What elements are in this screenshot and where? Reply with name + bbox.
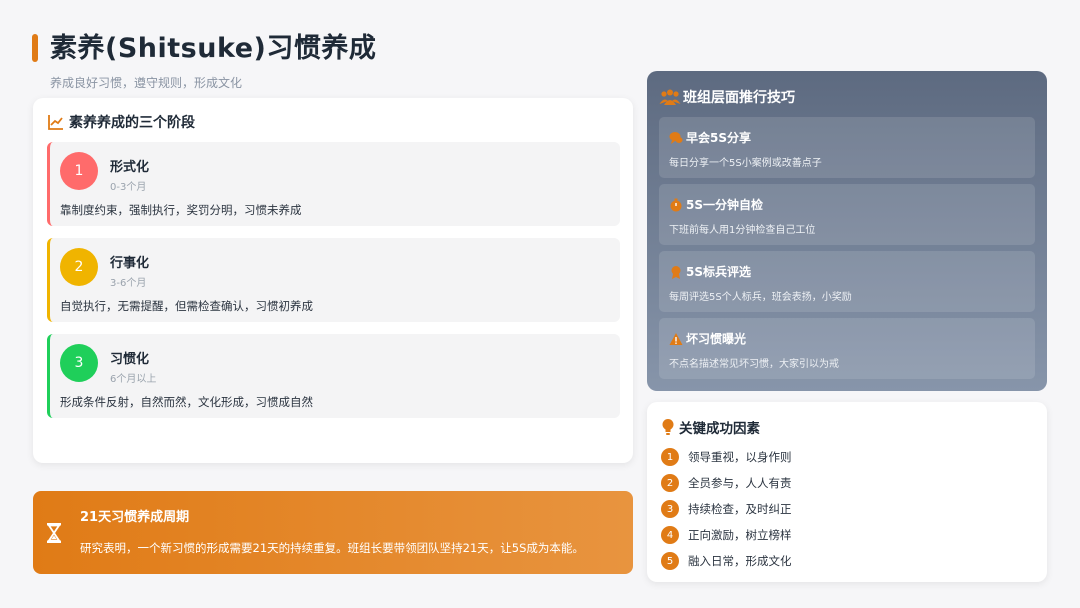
factor-text: 领导重视，以身作则	[688, 450, 792, 464]
stage-description: 靠制度约束，强制执行，奖罚分明，习惯未养成	[60, 203, 302, 217]
factor-number-badge: 4	[661, 526, 679, 544]
page-title: 素养(Shitsuke)习惯养成	[50, 33, 377, 64]
trend-chart-icon	[47, 113, 65, 131]
stopwatch-icon	[669, 198, 683, 212]
key-factors-card: 关键成功因素 1 领导重视，以身作则 2 全员参与，人人有责 3 持续检查，及时…	[647, 402, 1047, 582]
tip-name: 5S一分钟自检	[686, 198, 763, 212]
lightbulb-icon	[661, 418, 675, 436]
factor-text: 正向激励，树立榜样	[688, 528, 792, 542]
tip-item-4: 坏习惯曝光 不点名描述常见坏习惯，大家引以为戒	[659, 318, 1035, 379]
stages-heading-text: 素养养成的三个阶段	[69, 115, 195, 131]
stage-period: 6个月以上	[110, 374, 157, 385]
factor-item-4: 4 正向激励，树立榜样	[661, 526, 792, 544]
tip-item-2: 5S一分钟自检 下班前每人用1分钟检查自己工位	[659, 184, 1035, 245]
factors-heading-text: 关键成功因素	[679, 421, 760, 437]
habit-cycle-banner: 21天习惯养成周期 研究表明，一个新习惯的形成需要21天的持续重复。班组长要带领…	[33, 491, 633, 574]
stages-card: 素养养成的三个阶段 1 形式化 0-3个月 靠制度约束，强制执行，奖罚分明，习惯…	[33, 98, 633, 463]
tip-item-1: 早会5S分享 每日分享一个5S小案例或改善点子	[659, 117, 1035, 178]
factor-text: 融入日常，形成文化	[688, 554, 792, 568]
stages-card-heading: 素养养成的三个阶段	[47, 112, 195, 132]
factor-text: 全员参与，人人有责	[688, 476, 792, 490]
team-tips-card: 班组层面推行技巧 早会5S分享 每日分享一个5S小案例或改善点子 5S一分钟自检…	[647, 71, 1047, 391]
factor-item-2: 2 全员参与，人人有责	[661, 474, 792, 492]
tip-name: 5S标兵评选	[686, 265, 751, 279]
tip-description: 每周评选5S个人标兵，班会表扬，小奖励	[669, 292, 852, 303]
tip-name: 坏习惯曝光	[686, 332, 747, 346]
cycle-title: 21天习惯养成周期	[80, 510, 190, 525]
stage-number-badge: 3	[60, 344, 98, 382]
factor-number-badge: 3	[661, 500, 679, 518]
medal-icon	[669, 265, 683, 279]
stage-number-badge: 1	[60, 152, 98, 190]
stage-description: 自觉执行，无需提醒，但需检查确认，习惯初养成	[60, 299, 313, 313]
stage-name: 习惯化	[110, 352, 150, 367]
stage-period: 3-6个月	[110, 278, 147, 289]
stage-item-1: 1 形式化 0-3个月 靠制度约束，强制执行，奖罚分明，习惯未养成	[47, 142, 620, 226]
factor-item-1: 1 领导重视，以身作则	[661, 448, 792, 466]
tips-heading-text: 班组层面推行技巧	[683, 90, 795, 106]
tip-name: 早会5S分享	[686, 131, 751, 145]
team-icon	[659, 88, 681, 106]
chat-icon	[669, 131, 683, 145]
factor-text: 持续检查，及时纠正	[688, 502, 792, 516]
hourglass-icon	[47, 523, 61, 543]
tip-description: 每日分享一个5S小案例或改善点子	[669, 158, 822, 169]
tip-description: 不点名描述常见坏习惯，大家引以为戒	[669, 359, 839, 370]
stage-description: 形成条件反射，自然而然，文化形成，习惯成自然	[60, 395, 313, 409]
factor-number-badge: 1	[661, 448, 679, 466]
tips-heading: 班组层面推行技巧	[659, 87, 795, 107]
stage-period: 0-3个月	[110, 182, 147, 193]
warning-icon	[669, 332, 683, 346]
stage-item-3: 3 习惯化 6个月以上 形成条件反射，自然而然，文化形成，习惯成自然	[47, 334, 620, 418]
tip-description: 下班前每人用1分钟检查自己工位	[669, 225, 816, 236]
factor-number-badge: 5	[661, 552, 679, 570]
tip-item-3: 5S标兵评选 每周评选5S个人标兵，班会表扬，小奖励	[659, 251, 1035, 312]
stage-name: 形式化	[110, 160, 150, 175]
factor-number-badge: 2	[661, 474, 679, 492]
page-subtitle: 养成良好习惯，遵守规则，形成文化	[50, 76, 243, 90]
cycle-text: 研究表明，一个新习惯的形成需要21天的持续重复。班组长要带领团队坚持21天，让5…	[80, 541, 584, 555]
stage-name: 行事化	[110, 256, 150, 271]
factor-item-3: 3 持续检查，及时纠正	[661, 500, 792, 518]
stage-number-badge: 2	[60, 248, 98, 286]
stage-item-2: 2 行事化 3-6个月 自觉执行，无需提醒，但需检查确认，习惯初养成	[47, 238, 620, 322]
title-accent-bar	[32, 34, 38, 62]
factors-heading: 关键成功因素	[661, 417, 760, 437]
factor-item-5: 5 融入日常，形成文化	[661, 552, 792, 570]
